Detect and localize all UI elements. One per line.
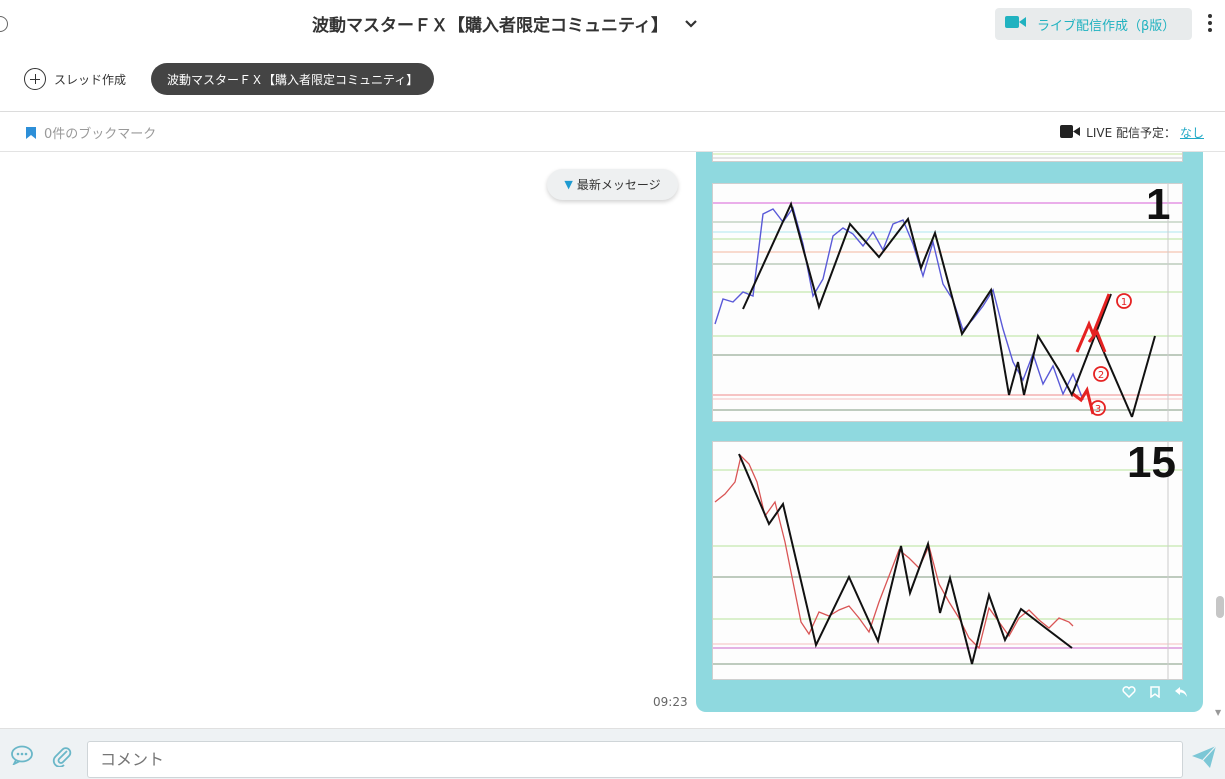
reply-icon[interactable]	[1174, 686, 1188, 702]
send-icon[interactable]	[1191, 745, 1217, 773]
chat-scrollbar[interactable]	[1215, 152, 1225, 716]
top-bar: 波動マスターＦＸ【購入者限定コミュニティ】 ライブ配信作成（β版）	[0, 0, 1225, 48]
chevron-down-icon[interactable]	[684, 14, 698, 34]
new-thread-label: スレッド作成	[54, 72, 127, 87]
chart-15-label: 15	[1127, 438, 1176, 487]
chart-image-partial[interactable]	[712, 152, 1183, 162]
thread-tab-label: 波動マスターＦＸ【購入者限定コミュニティ】	[167, 72, 419, 87]
new-thread-button[interactable]: スレッド作成	[24, 68, 126, 90]
comment-input[interactable]	[87, 741, 1183, 778]
plus-circle-icon	[24, 68, 46, 90]
latest-messages-label: 最新メッセージ	[576, 178, 661, 192]
live-schedule-value-link[interactable]: なし	[1180, 124, 1204, 141]
bookmark-icon	[26, 126, 36, 139]
video-camera-icon	[1005, 15, 1027, 33]
latest-messages-button[interactable]: ▼ 最新メッセージ	[547, 169, 678, 200]
community-title[interactable]: 波動マスターＦＸ【購入者限定コミュニティ】	[0, 11, 1010, 36]
chat-bubble-icon[interactable]	[10, 745, 34, 770]
composer-bar	[0, 728, 1225, 779]
svg-text:3: 3	[1095, 404, 1101, 415]
thread-bar: スレッド作成 波動マスターＦＸ【購入者限定コミュニティ】	[0, 48, 1225, 112]
community-title-text: 波動マスターＦＸ【購入者限定コミュニティ】	[312, 16, 669, 36]
svg-text:2: 2	[1098, 370, 1104, 381]
thread-tab-active[interactable]: 波動マスターＦＸ【購入者限定コミュニティ】	[151, 63, 435, 95]
message-actions	[1122, 686, 1188, 702]
svg-text:1: 1	[1121, 297, 1127, 308]
info-bar: 0件のブックマーク LIVE 配信予定： なし	[0, 112, 1225, 152]
chat-area[interactable]: 1 2 3 1 15 ▼ 最新メッセージ 09:23	[0, 152, 1225, 728]
create-live-button[interactable]: ライブ配信作成（β版）	[995, 8, 1192, 40]
live-schedule-label: LIVE 配信予定：	[1086, 126, 1176, 140]
chart-image-15[interactable]	[712, 441, 1183, 680]
bookmarks-link[interactable]: 0件のブックマーク	[26, 123, 156, 142]
chart-image-1[interactable]: 1 2 3	[712, 183, 1183, 422]
bookmarks-label: 0件のブックマーク	[44, 127, 157, 142]
create-live-label: ライブ配信作成（β版）	[1037, 18, 1176, 34]
more-menu-icon[interactable]	[1206, 14, 1214, 34]
heart-icon[interactable]	[1122, 686, 1136, 702]
video-camera-icon	[1060, 124, 1081, 141]
scrollbar-thumb[interactable]	[1216, 596, 1224, 618]
scroll-down-icon[interactable]: ▼	[1215, 708, 1221, 717]
chart-1-label: 1	[1146, 180, 1171, 229]
bookmark-message-icon[interactable]	[1150, 686, 1160, 702]
live-schedule: LIVE 配信予定： なし	[1060, 124, 1204, 141]
paperclip-icon[interactable]	[52, 745, 72, 772]
message-timestamp: 09:23	[653, 695, 688, 709]
arrow-down-icon: ▼	[564, 178, 573, 191]
